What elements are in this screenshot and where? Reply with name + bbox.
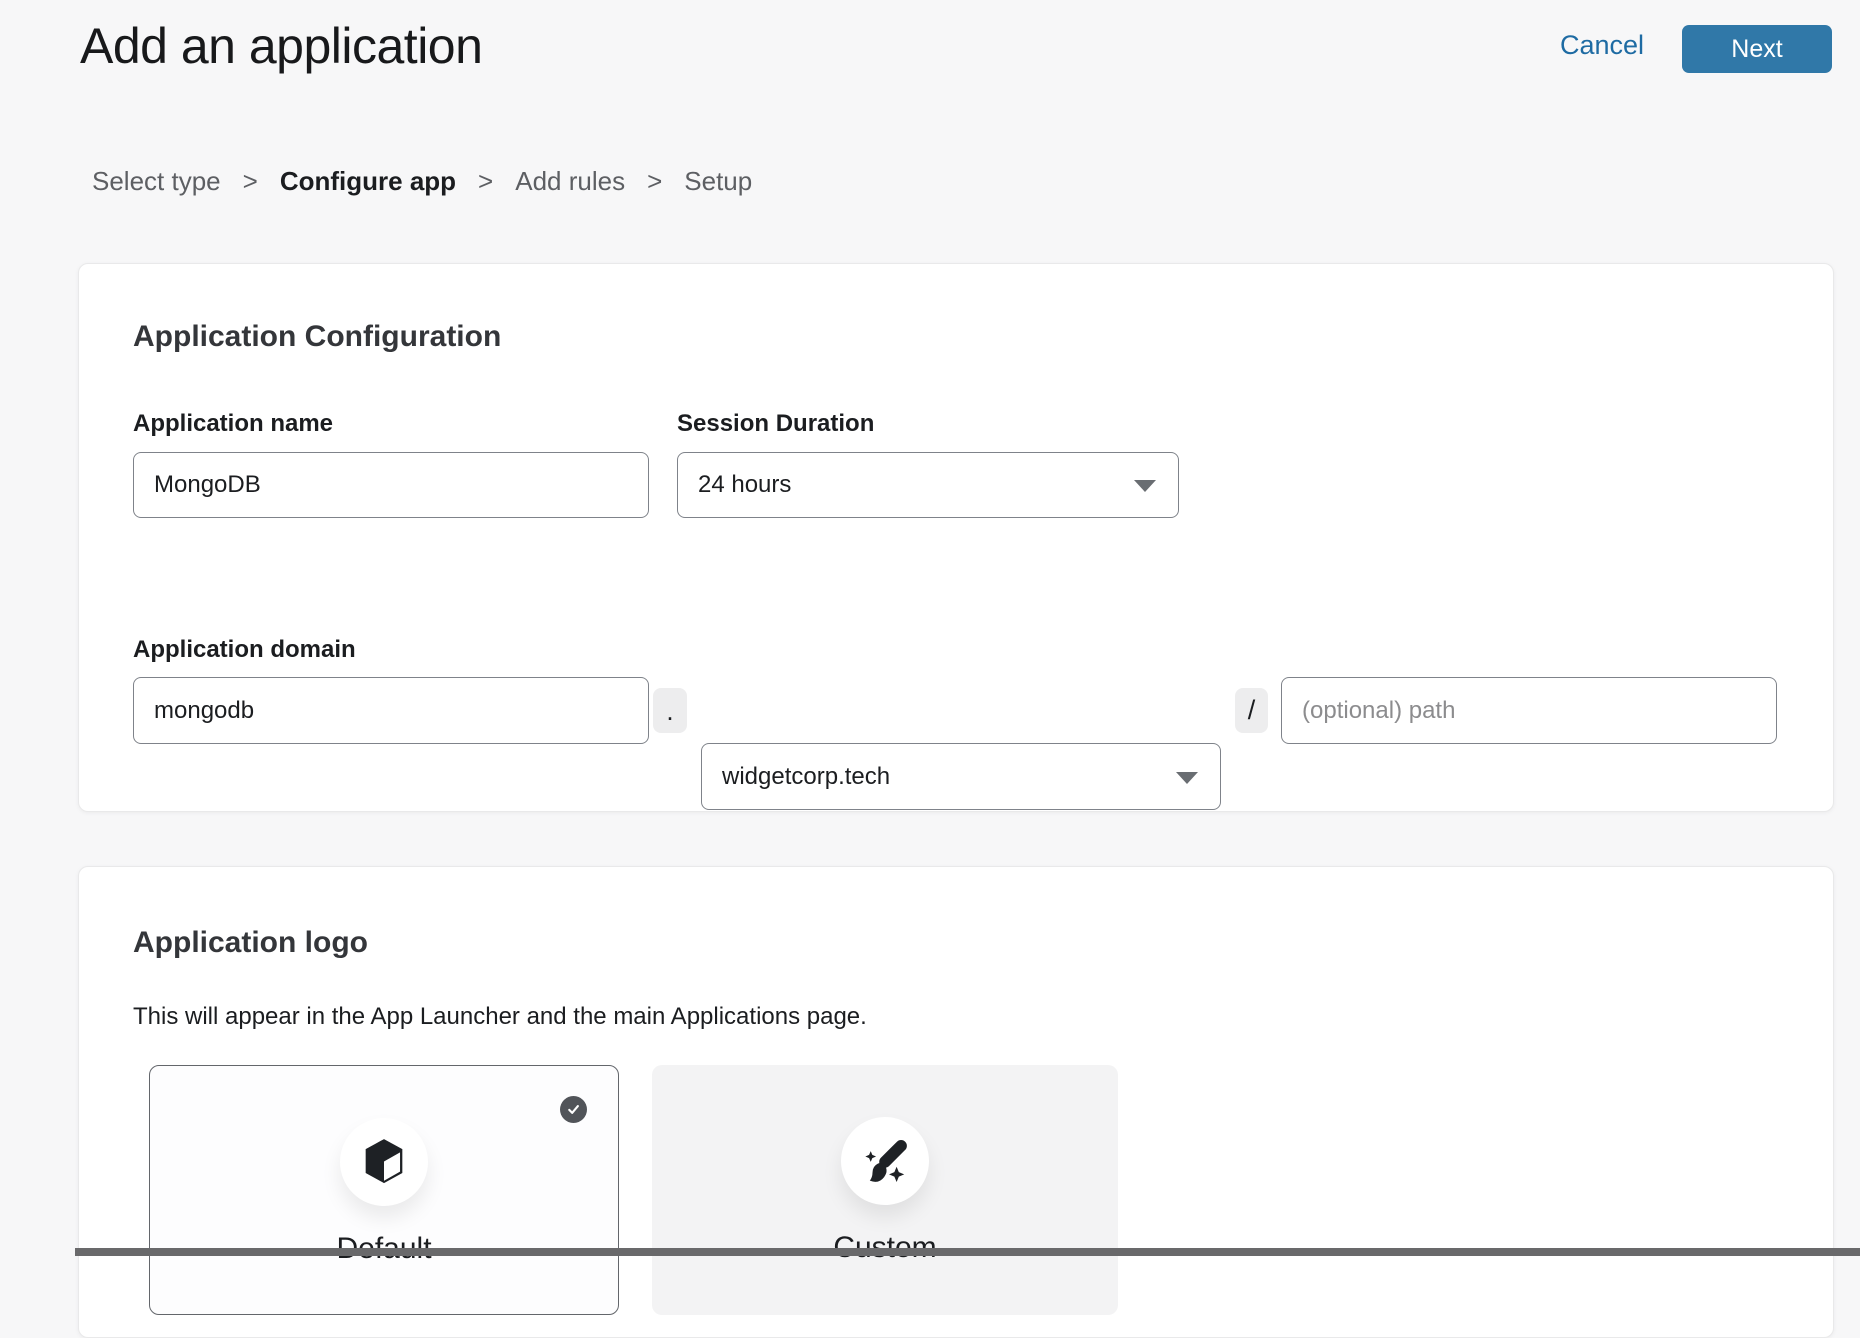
domain-select[interactable]: widgetcorp.tech [701, 743, 1221, 810]
next-button[interactable]: Next [1682, 25, 1832, 73]
paintbrush-icon [860, 1136, 910, 1186]
application-configuration-heading: Application Configuration [133, 319, 501, 355]
session-duration-value: 24 hours [698, 471, 791, 499]
step-setup[interactable]: Setup [684, 166, 752, 197]
page-title: Add an application [80, 16, 482, 76]
breadcrumb-separator: > [647, 166, 662, 197]
subdomain-input[interactable] [133, 677, 649, 744]
default-logo-circle [340, 1118, 428, 1206]
application-configuration-card: Application Configuration Application na… [78, 263, 1834, 812]
application-logo-description: This will appear in the App Launcher and… [133, 1003, 867, 1031]
bottom-edge-bar [75, 1248, 1860, 1256]
chevron-down-icon [1134, 480, 1156, 492]
step-configure-app[interactable]: Configure app [280, 166, 456, 197]
chevron-down-icon [1176, 772, 1198, 784]
domain-value: widgetcorp.tech [722, 763, 890, 791]
breadcrumb-separator: > [243, 166, 258, 197]
logo-option-default[interactable]: Default [149, 1065, 619, 1315]
application-name-input[interactable] [133, 452, 649, 518]
cancel-button[interactable]: Cancel [1560, 30, 1644, 61]
breadcrumb: Select type > Configure app > Add rules … [92, 166, 752, 197]
slash-separator: / [1235, 688, 1268, 733]
session-duration-label: Session Duration [677, 410, 874, 438]
application-logo-heading: Application logo [133, 925, 368, 961]
custom-logo-circle [841, 1117, 929, 1205]
step-add-rules[interactable]: Add rules [515, 166, 625, 197]
step-select-type[interactable]: Select type [92, 166, 221, 197]
application-domain-label: Application domain [133, 636, 356, 664]
breadcrumb-separator: > [478, 166, 493, 197]
path-input[interactable] [1281, 677, 1777, 744]
selected-check-icon [560, 1096, 587, 1123]
dot-separator: . [653, 688, 687, 733]
logo-option-custom[interactable]: Custom [652, 1065, 1118, 1315]
application-logo-card: Application logo This will appear in the… [78, 866, 1834, 1338]
cube-icon [362, 1136, 406, 1188]
session-duration-select[interactable]: 24 hours [677, 452, 1179, 518]
application-name-label: Application name [133, 410, 333, 438]
